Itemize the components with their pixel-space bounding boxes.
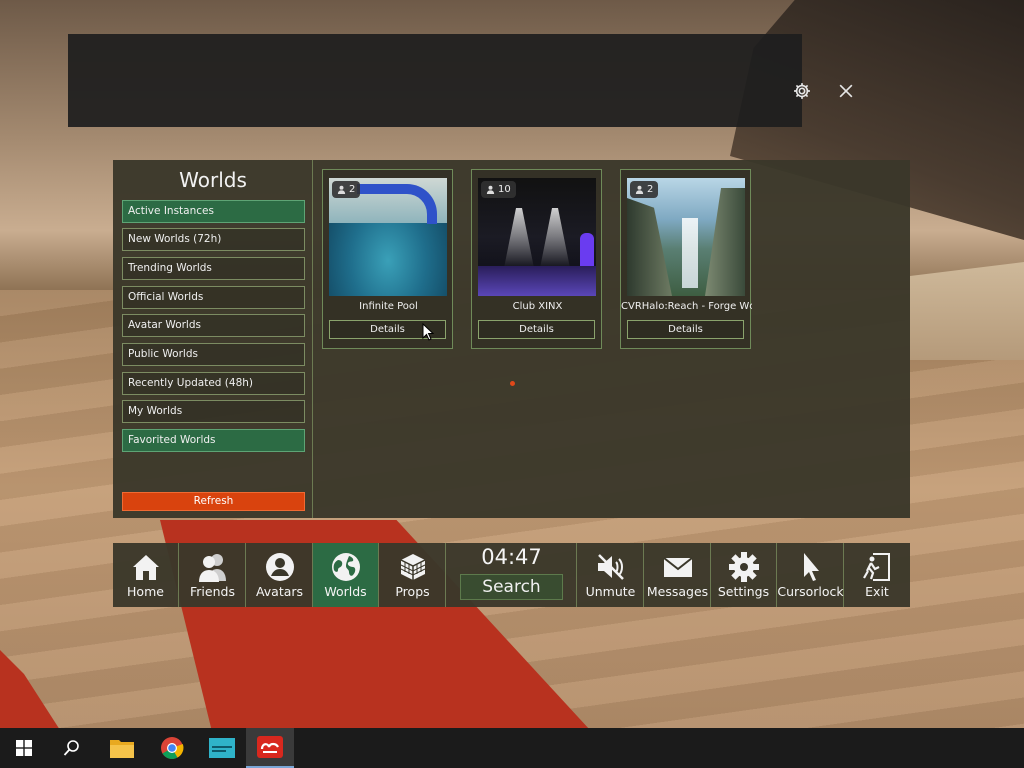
speaker-muted-icon xyxy=(597,554,624,580)
menu-unmute-button[interactable]: Unmute xyxy=(578,543,644,607)
home-icon xyxy=(132,555,159,580)
search-icon[interactable] xyxy=(48,728,96,768)
clock-search-block: 04:47 Search xyxy=(446,543,577,607)
player-count-badge: 2 xyxy=(630,181,659,198)
background-carpet-left xyxy=(0,650,60,730)
user-icon xyxy=(337,185,346,194)
app-icon[interactable] xyxy=(198,728,246,768)
gear-icon[interactable] xyxy=(792,81,812,101)
menu-worlds-button[interactable]: Worlds xyxy=(313,543,379,607)
worlds-title: Worlds xyxy=(179,168,247,192)
close-icon[interactable] xyxy=(836,81,856,101)
world-card[interactable]: 2 Infinite Pool Details xyxy=(322,169,453,349)
menu-settings-button[interactable]: Settings xyxy=(711,543,777,607)
gear-icon xyxy=(728,552,759,582)
worlds-panel: Worlds Active Instances New Worlds (72h)… xyxy=(113,160,910,518)
category-official-worlds[interactable]: Official Worlds xyxy=(122,286,305,309)
user-icon xyxy=(635,185,644,194)
details-button[interactable]: Details xyxy=(627,320,744,339)
top-panel xyxy=(68,34,853,127)
world-card[interactable]: 2 CVRHalo:Reach - Forge Wc Details xyxy=(620,169,752,349)
player-count-badge: 2 xyxy=(332,181,361,198)
clock: 04:47 xyxy=(481,545,542,569)
friends-icon xyxy=(198,554,226,582)
loading-indicator xyxy=(510,381,515,386)
category-favorited-worlds[interactable]: Favorited Worlds xyxy=(122,429,305,452)
menu-cursorlock-button[interactable]: Cursorlock xyxy=(777,543,844,607)
world-name: Infinite Pool xyxy=(359,301,418,312)
cube-icon xyxy=(400,554,425,580)
file-explorer-icon[interactable] xyxy=(98,728,146,768)
world-name: CVRHalo:Reach - Forge Wc xyxy=(621,301,752,312)
worlds-sidebar: Worlds Active Instances New Worlds (72h)… xyxy=(113,160,313,518)
background-railing xyxy=(910,262,1024,360)
menu-friends-button[interactable]: Friends xyxy=(180,543,246,607)
search-button[interactable]: Search xyxy=(460,574,563,600)
menu-home-button[interactable]: Home xyxy=(113,543,179,607)
exit-icon xyxy=(863,553,890,581)
refresh-button[interactable]: Refresh xyxy=(122,492,305,511)
category-my-worlds[interactable]: My Worlds xyxy=(122,400,305,423)
chrome-icon[interactable] xyxy=(148,728,196,768)
player-count-badge: 10 xyxy=(481,181,516,198)
menu-exit-button[interactable]: Exit xyxy=(844,543,910,607)
category-active-instances[interactable]: Active Instances xyxy=(122,200,305,223)
windows-start-icon[interactable] xyxy=(0,728,48,768)
globe-icon xyxy=(331,553,360,581)
menu-props-button[interactable]: Props xyxy=(380,543,446,607)
details-button[interactable]: Details xyxy=(478,320,595,339)
taskbar xyxy=(0,728,1024,768)
chilloutvr-icon[interactable] xyxy=(246,728,294,768)
category-recently-updated[interactable]: Recently Updated (48h) xyxy=(122,372,305,395)
category-avatar-worlds[interactable]: Avatar Worlds xyxy=(122,314,305,337)
category-public-worlds[interactable]: Public Worlds xyxy=(122,343,305,366)
quick-menu-bar: Home Friends Avatars Worlds Props 04:47 … xyxy=(113,543,910,607)
world-card[interactable]: 10 Club XINX Details xyxy=(471,169,602,349)
user-icon xyxy=(486,185,495,194)
avatar-icon xyxy=(265,553,294,581)
category-new-worlds[interactable]: New Worlds (72h) xyxy=(122,228,305,251)
category-trending-worlds[interactable]: Trending Worlds xyxy=(122,257,305,280)
envelope-icon xyxy=(662,557,693,577)
cursor-icon xyxy=(803,553,819,581)
mouse-cursor-icon xyxy=(422,323,434,341)
menu-avatars-button[interactable]: Avatars xyxy=(247,543,313,607)
world-name: Club XINX xyxy=(512,301,563,312)
menu-messages-button[interactable]: Messages xyxy=(645,543,711,607)
